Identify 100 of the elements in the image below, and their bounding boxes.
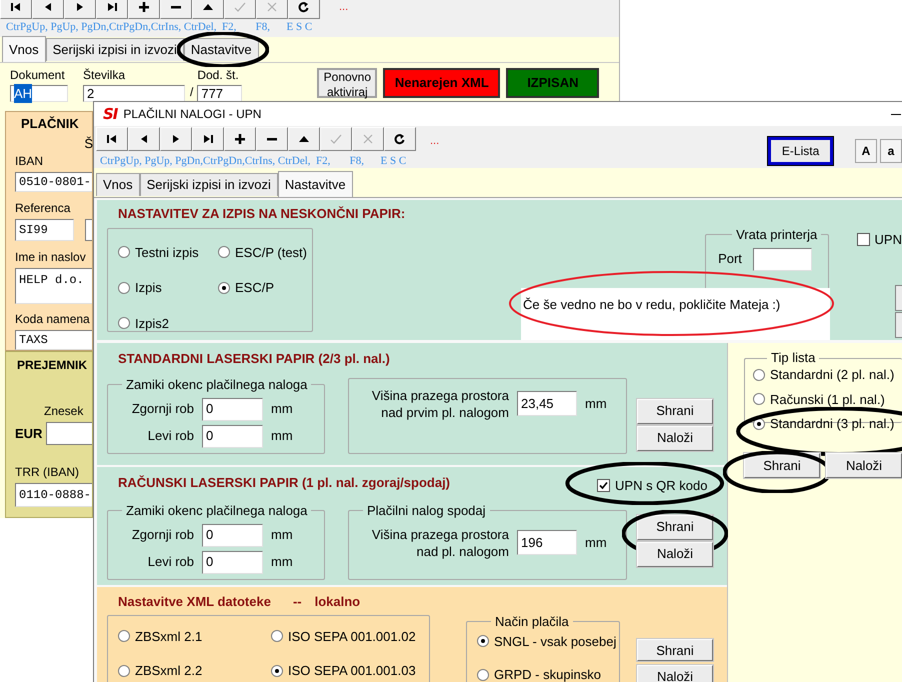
radio-button[interactable] <box>218 246 230 258</box>
radio-button[interactable] <box>118 317 130 330</box>
field-label: Višina prazega prostora nad pl. nalogom <box>370 526 509 560</box>
input-field[interactable]: 2 <box>83 85 185 102</box>
section-title: lokalno <box>314 593 360 611</box>
button[interactable]: Naloži <box>637 542 713 566</box>
button[interactable]: Shrani <box>637 398 713 424</box>
radio-button[interactable] <box>477 668 489 681</box>
more-mark: ... <box>339 0 348 14</box>
checkbox-label: UPN s QR kodo <box>615 477 708 495</box>
toolbar-button[interactable] <box>96 127 128 151</box>
section-title: STANDARDNI LASERSKI PAPIR (2/3 pl. nal.) <box>118 350 391 368</box>
radio-label: Standardni (3 pl. nal.) <box>770 415 894 433</box>
toolbar-button[interactable] <box>288 127 320 151</box>
radio-button[interactable] <box>118 630 130 642</box>
button[interactable]: Ponovno aktiviraj <box>317 68 378 98</box>
toolbar-button[interactable] <box>128 0 160 19</box>
tab[interactable]: Nastavitve <box>184 38 259 61</box>
button[interactable]: Naloži <box>637 665 713 682</box>
group-title: Zamiki okenc plačilnega naloga <box>125 504 308 518</box>
input-field[interactable] <box>85 219 92 241</box>
refresh-icon <box>394 133 406 145</box>
tab[interactable]: Nastavitve <box>278 171 353 198</box>
button[interactable]: IZPISAN <box>506 68 600 98</box>
button[interactable]: Nenarejen XML <box>383 68 500 98</box>
plus-icon <box>234 133 246 145</box>
separator: / <box>190 84 194 101</box>
input-field[interactable]: HELP d.o. <box>15 268 92 304</box>
button[interactable]: E-Lista <box>768 137 833 165</box>
panel-title: PREJEMNIK <box>17 357 88 374</box>
input-field[interactable]: 196 <box>517 530 577 555</box>
button[interactable]: Naloži <box>637 426 713 450</box>
input-field[interactable]: SI99 <box>15 219 74 241</box>
group-title: Vrata printerja <box>735 228 818 242</box>
radio-label: Računski (1 pl. nal.) <box>770 390 885 409</box>
group-title: Plačilni nalog spodaj <box>366 504 487 518</box>
toolbar-button[interactable] <box>256 127 288 151</box>
checkbox-label: UPN <box>874 230 902 248</box>
toolbar-button[interactable] <box>384 127 416 151</box>
button[interactable]: Shrani <box>637 639 713 662</box>
radio-button[interactable] <box>118 246 130 258</box>
radio-button[interactable] <box>118 282 130 294</box>
toolbar-button[interactable] <box>160 127 192 151</box>
field-label: Levi rob <box>146 553 194 572</box>
radio-button[interactable] <box>271 664 283 677</box>
input-field[interactable]: 777 <box>197 85 242 102</box>
tab[interactable]: Serijski izpisi in izvozi <box>140 172 278 196</box>
input-field[interactable]: TAXS <box>15 330 92 350</box>
input-field[interactable] <box>46 422 92 445</box>
skip-back-icon <box>10 1 22 13</box>
radio-button[interactable] <box>118 664 130 677</box>
toolbar-button[interactable] <box>224 127 256 151</box>
more-mark: ... <box>430 134 440 148</box>
input-field[interactable]: 0510-0801- <box>15 172 92 192</box>
radio-button[interactable] <box>477 635 489 648</box>
toolbar-button[interactable] <box>32 0 64 19</box>
toolbar-button[interactable] <box>0 0 32 19</box>
tab[interactable]: Serijski izpisi in izvozi <box>46 38 184 61</box>
field-label: Zgornji rob <box>130 526 194 544</box>
toolbar-button[interactable] <box>128 127 160 151</box>
input-field[interactable]: 0110-0888- <box>15 483 92 507</box>
refresh-icon <box>298 1 310 13</box>
toolbar-button[interactable] <box>192 0 224 19</box>
toolbar-button[interactable] <box>160 0 192 19</box>
font-size-button[interactable]: A <box>855 139 877 163</box>
radio-button[interactable] <box>753 368 765 381</box>
radio-button[interactable] <box>218 282 230 294</box>
button[interactable]: Shrani <box>637 514 713 540</box>
radio-label: ZBSxml 2.2 <box>135 662 202 680</box>
input-field[interactable]: AH <box>10 85 68 102</box>
toolbar-button[interactable] <box>288 0 320 19</box>
checkbox[interactable] <box>597 479 610 492</box>
tab[interactable]: Vnos <box>96 172 140 196</box>
input-field[interactable] <box>752 248 812 270</box>
radio-label: Standardni (2 pl. nal.) <box>770 366 894 384</box>
radio-button[interactable] <box>271 630 283 642</box>
currency-label: EUR <box>15 424 42 443</box>
skip-back-icon <box>106 133 118 145</box>
button[interactable]: Naloži <box>826 453 902 478</box>
input-field[interactable]: 0 <box>202 398 263 420</box>
field-label: Referenca <box>15 200 72 217</box>
input-field[interactable]: 23,45 <box>517 391 577 416</box>
radio-button[interactable] <box>753 393 765 406</box>
tab[interactable]: Vnos <box>2 36 46 62</box>
input-field[interactable]: 0 <box>202 524 263 546</box>
input-field[interactable]: 0 <box>202 550 263 574</box>
unit-label: mm <box>271 526 294 544</box>
toolbar-button[interactable] <box>192 127 224 151</box>
plus-icon <box>138 1 150 13</box>
toolbar-button[interactable] <box>64 0 96 19</box>
toolbar-button[interactable] <box>96 0 128 19</box>
font-size-button[interactable]: a <box>880 139 902 163</box>
input-field[interactable]: 0 <box>202 424 263 448</box>
radio-label: ISO SEPA 001.001.02 <box>288 628 416 646</box>
field-label: Ime in naslov <box>15 249 87 266</box>
radio-label: ZBSxml 2.1 <box>135 628 202 646</box>
shortcut-hint: CtrPgUp, PgUp, PgDn,CtrPgDn,CtrIns, CtrDel, F2, F8, E S C <box>99 155 408 168</box>
unit-label: mm <box>271 427 294 446</box>
panel-title: PLAČNIK <box>21 115 80 133</box>
checkbox[interactable] <box>856 232 870 246</box>
